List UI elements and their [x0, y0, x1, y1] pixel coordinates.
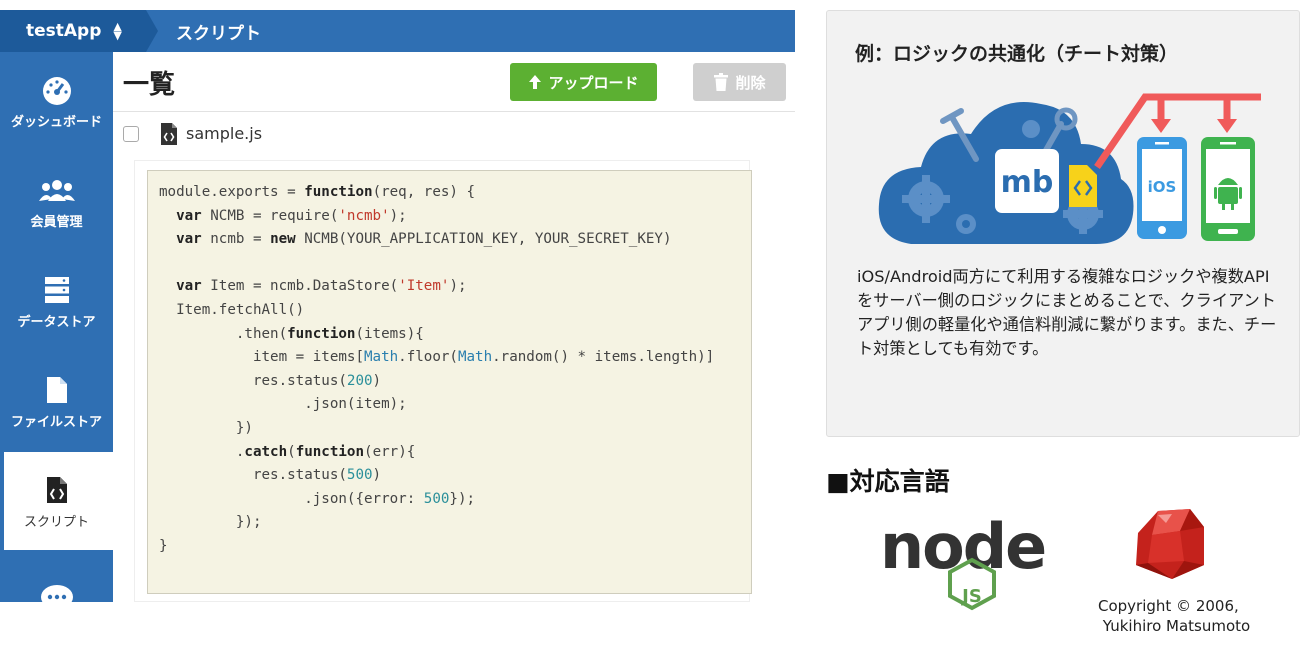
logic-sharing-illustration: mb iOS: [878, 93, 1261, 244]
script-file-icon: [160, 122, 178, 150]
code-viewer: module.exports = function(req, res) { va…: [134, 160, 752, 602]
arrow-up-icon: [529, 75, 542, 89]
app-name: testApp: [26, 21, 102, 41]
ios-label: iOS: [1148, 178, 1177, 196]
code-line: Item.fetchAll(): [159, 301, 305, 318]
ruby-logo: [1136, 509, 1204, 579]
file-name[interactable]: sample.js: [186, 124, 262, 143]
explanation-panel: 例：ロジックの共通化（チート対策） mb iOS iOS/Android両方にて…: [826, 10, 1300, 437]
code-line: var Item = ncmb.DataStore('Item');: [176, 278, 467, 295]
sidebar-label: データストア: [17, 314, 96, 330]
chat-icon: [40, 582, 74, 602]
sidebar-label: ファイルストア: [10, 414, 102, 430]
sidebar-label: ダッシュボード: [10, 114, 102, 130]
android-phone-icon: [1201, 137, 1255, 241]
nodejs-logo: node JS: [880, 510, 1047, 611]
file-checkbox[interactable]: [123, 126, 139, 142]
delete-button[interactable]: 削除: [693, 63, 786, 101]
code-line: var ncmb = new NCMB(YOUR_APPLICATION_KEY…: [176, 231, 672, 248]
code-line: module.exports = function(req, res) {: [159, 184, 476, 200]
languages-heading: ■対応言語: [826, 467, 950, 496]
code-line: .then(function(items){: [159, 325, 424, 342]
ncmb-logo: mb: [995, 149, 1059, 213]
code-line: .catch(function(err){: [159, 443, 416, 460]
ruby-copyright: Copyright © 2006, Yukihiro Matsumoto: [1098, 597, 1251, 635]
panel-title: 例：ロジックの共通化（チート対策）: [855, 43, 1179, 65]
upload-label: アップロード: [548, 73, 639, 92]
sidebar: ダッシュボード 会員管理 データストア ファイルストア スクリプト: [0, 52, 113, 602]
code-line: item = items[Math.floor(Math.random() * …: [159, 349, 715, 366]
panel-description: iOS/Android両方にて利用する複雑なロジックや複数APIをサーバー側のロ…: [857, 267, 1277, 358]
main-content: 一覧 アップロード 削除 sample.js module.exports = …: [113, 52, 795, 602]
code-line: .json(item);: [159, 396, 407, 413]
app-screenshot: testApp ▲ ▼ スクリプト ダッシュボード 会員管理 データストア ファ…: [0, 0, 795, 602]
node-js-badge: JS: [960, 586, 982, 607]
node-wordmark: node: [880, 510, 1045, 583]
upload-button[interactable]: アップロード: [510, 63, 657, 101]
users-icon: [38, 173, 75, 207]
top-bar: testApp ▲ ▼ スクリプト: [0, 10, 795, 52]
updown-icon: ▲ ▼: [113, 20, 122, 42]
code-line: res.status(500): [159, 467, 382, 484]
datastore-icon: [44, 273, 70, 307]
sidebar-item-members[interactable]: 会員管理: [0, 152, 113, 250]
sidebar-item-chat[interactable]: [0, 552, 113, 602]
list-header: 一覧 アップロード 削除: [113, 52, 795, 112]
app-switcher[interactable]: testApp ▲ ▼: [0, 10, 158, 52]
code-line: var NCMB = require('ncmb');: [176, 207, 407, 224]
sidebar-label: スクリプト: [23, 514, 89, 530]
sidebar-item-filestore[interactable]: ファイルストア: [0, 352, 113, 450]
file-icon: [46, 373, 68, 407]
code-line: });: [159, 514, 262, 531]
list-title: 一覧: [123, 70, 176, 100]
code-line: }): [159, 419, 253, 436]
sidebar-label: 会員管理: [30, 214, 83, 230]
code-box: module.exports = function(req, res) { va…: [147, 170, 752, 594]
script-file-icon: [46, 473, 68, 507]
code-line: res.status(200): [159, 372, 382, 389]
file-row[interactable]: sample.js: [113, 112, 795, 155]
code-block: module.exports = function(req, res) { va…: [159, 181, 714, 559]
sidebar-item-dashboard[interactable]: ダッシュボード: [0, 52, 113, 150]
script-file-icon: [1069, 165, 1097, 207]
code-line: .json({error: 500});: [159, 490, 476, 507]
trash-icon: [714, 73, 729, 91]
page-title: スクリプト: [176, 23, 261, 44]
code-line: }: [159, 537, 168, 554]
dashboard-icon: [41, 73, 73, 107]
ios-phone-icon: iOS: [1137, 137, 1187, 239]
sidebar-item-script[interactable]: スクリプト: [0, 452, 113, 550]
sidebar-item-datastore[interactable]: データストア: [0, 252, 113, 350]
delete-label: 削除: [735, 73, 766, 92]
logo-text: mb: [1001, 165, 1054, 200]
